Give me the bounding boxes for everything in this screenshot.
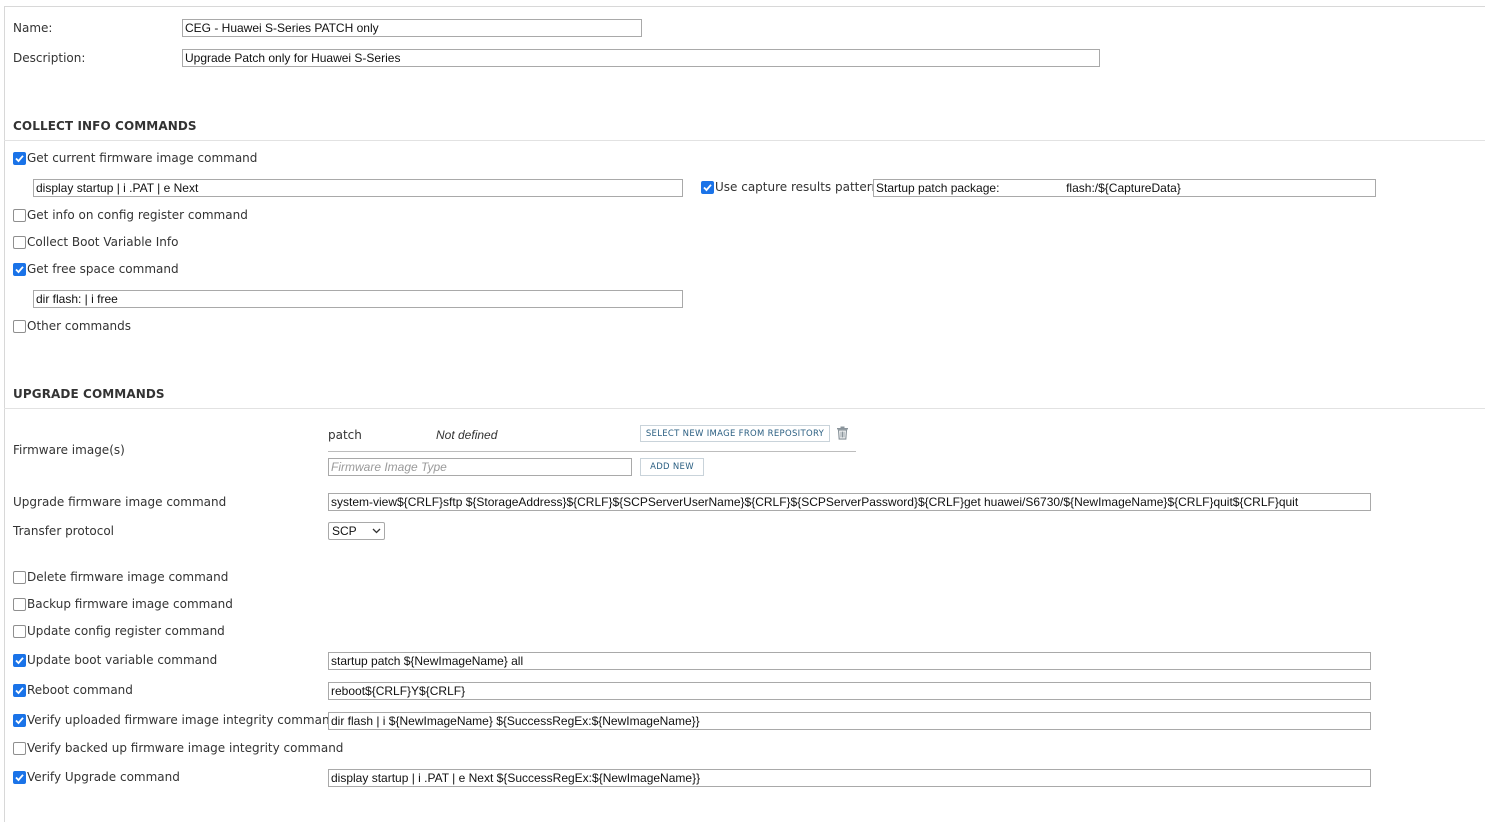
update-config-row[interactable]: Update config register command	[13, 624, 225, 638]
delete-image-label: Delete firmware image command	[27, 570, 229, 584]
transfer-protocol-label: Transfer protocol	[13, 524, 115, 538]
config-register-label: Get info on config register command	[27, 208, 248, 222]
verify-upgrade-label: Verify Upgrade command	[27, 770, 180, 784]
select-image-button[interactable]: SELECT NEW IMAGE FROM REPOSITORY	[640, 425, 830, 442]
checkmark-icon	[15, 773, 24, 781]
image-status: Not defined	[436, 428, 498, 442]
verify-backed-row[interactable]: Verify backed up firmware image integrit…	[13, 741, 343, 755]
name-input[interactable]: CEG - Huawei S-Series PATCH only	[182, 19, 642, 37]
verify-uploaded-row[interactable]: Verify uploaded firmware image integrity…	[13, 713, 337, 727]
verify-upgrade-row[interactable]: Verify Upgrade command	[13, 770, 180, 784]
capture-pattern-checkbox[interactable]	[701, 180, 714, 194]
image-type-label: patch	[328, 428, 362, 442]
capture-pattern-input[interactable]: Startup patch package: flash:/${CaptureD…	[873, 179, 1376, 197]
get-current-image-input[interactable]: display startup | i .PAT | e Next	[33, 179, 683, 197]
get-current-image-label: Get current firmware image command	[27, 151, 258, 165]
trash-icon[interactable]	[836, 426, 849, 443]
checkmark-icon	[15, 686, 24, 694]
upgrade-command-input[interactable]: system-view${CRLF}sftp ${StorageAddress}…	[328, 493, 1371, 511]
collect-section-title: COLLECT INFO COMMANDS	[13, 119, 197, 133]
verify-upgrade-checkbox[interactable]	[13, 770, 26, 784]
image-type-input[interactable]: Firmware Image Type	[328, 458, 632, 476]
chevron-down-icon	[372, 528, 381, 534]
reboot-checkbox[interactable]	[13, 683, 26, 697]
get-current-image-row[interactable]: Get current firmware image command	[13, 151, 257, 165]
boot-variable-row[interactable]: Collect Boot Variable Info	[13, 235, 178, 249]
update-config-checkbox[interactable]	[13, 624, 26, 638]
checkmark-icon	[15, 716, 24, 724]
free-space-label: Get free space command	[27, 262, 179, 276]
transfer-protocol-value: SCP	[332, 524, 357, 538]
reboot-label: Reboot command	[27, 683, 133, 697]
name-label: Name:	[13, 21, 53, 35]
verify-backed-label: Verify backed up firmware image integrit…	[27, 741, 344, 755]
free-space-row[interactable]: Get free space command	[13, 262, 179, 276]
update-boot-row[interactable]: Update boot variable command	[13, 653, 217, 667]
upgrade-command-label: Upgrade firmware image command	[13, 495, 227, 509]
verify-backed-checkbox[interactable]	[13, 741, 26, 755]
image-list-divider	[328, 451, 856, 452]
capture-pattern-row[interactable]: Use capture results pattern	[701, 180, 879, 194]
upgrade-divider	[4, 408, 1485, 409]
config-register-row[interactable]: Get info on config register command	[13, 208, 248, 222]
checkmark-icon	[15, 656, 24, 664]
reboot-row[interactable]: Reboot command	[13, 683, 133, 697]
config-register-checkbox[interactable]	[13, 208, 26, 222]
verify-uploaded-checkbox[interactable]	[13, 713, 26, 727]
reboot-input[interactable]: reboot${CRLF}Y${CRLF}	[328, 682, 1371, 700]
update-boot-label: Update boot variable command	[27, 653, 218, 667]
collect-divider	[4, 140, 1485, 141]
verify-uploaded-label: Verify uploaded firmware image integrity…	[27, 713, 338, 727]
verify-uploaded-input[interactable]: dir flash | i ${NewImageName} ${SuccessR…	[328, 712, 1371, 730]
free-space-input[interactable]: dir flash: | i free	[33, 290, 683, 308]
description-label: Description:	[13, 51, 86, 65]
capture-pattern-label: Use capture results pattern	[715, 180, 880, 194]
checkmark-icon	[15, 154, 24, 162]
transfer-protocol-select[interactable]: SCP	[328, 522, 385, 540]
add-new-button[interactable]: ADD NEW	[640, 458, 704, 476]
other-commands-label: Other commands	[27, 319, 132, 333]
update-boot-input[interactable]: startup patch ${NewImageName} all	[328, 652, 1371, 670]
checkmark-icon	[15, 265, 24, 273]
boot-variable-checkbox[interactable]	[13, 235, 26, 249]
description-input[interactable]: Upgrade Patch only for Huawei S-Series	[182, 49, 1100, 67]
get-current-image-checkbox[interactable]	[13, 151, 26, 165]
free-space-checkbox[interactable]	[13, 262, 26, 276]
update-config-label: Update config register command	[27, 624, 225, 638]
checkmark-icon	[703, 183, 712, 191]
other-commands-row[interactable]: Other commands	[13, 319, 131, 333]
firmware-images-label: Firmware image(s)	[13, 443, 125, 457]
backup-image-label: Backup firmware image command	[27, 597, 233, 611]
backup-image-row[interactable]: Backup firmware image command	[13, 597, 233, 611]
update-boot-checkbox[interactable]	[13, 653, 26, 667]
boot-variable-label: Collect Boot Variable Info	[27, 235, 179, 249]
delete-image-row[interactable]: Delete firmware image command	[13, 570, 228, 584]
other-commands-checkbox[interactable]	[13, 319, 26, 333]
verify-upgrade-input[interactable]: display startup | i .PAT | e Next ${Succ…	[328, 769, 1371, 787]
backup-image-checkbox[interactable]	[13, 597, 26, 611]
delete-image-checkbox[interactable]	[13, 570, 26, 584]
upgrade-section-title: UPGRADE COMMANDS	[13, 387, 165, 401]
